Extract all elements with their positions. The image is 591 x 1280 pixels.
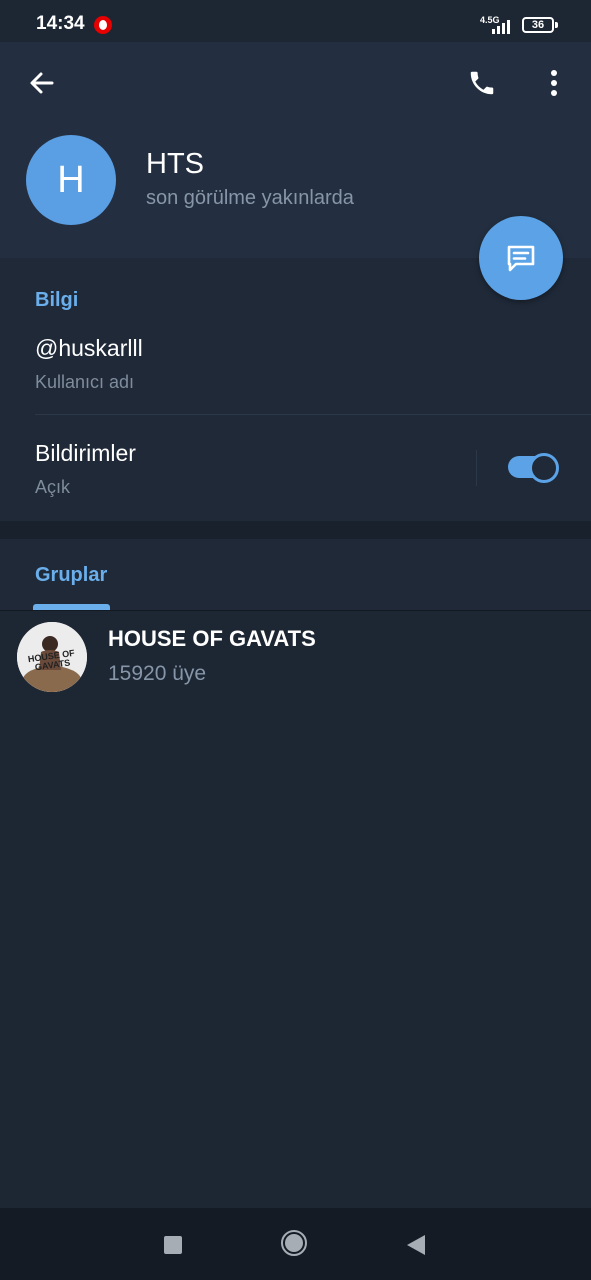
call-button[interactable] xyxy=(458,59,506,107)
group-member-count: 15920 üye xyxy=(108,662,207,685)
group-avatar: HOUSE OF GAVATS xyxy=(17,622,87,692)
group-list-item[interactable]: HOUSE OF GAVATS HOUSE OF GAVATS 15920 üy… xyxy=(0,611,591,703)
back-triangle-icon[interactable] xyxy=(407,1235,425,1255)
group-name: HOUSE OF GAVATS xyxy=(108,626,316,651)
home-circle-icon[interactable] xyxy=(281,1230,307,1256)
recents-square-icon[interactable] xyxy=(164,1236,182,1254)
notifications-state: Açık xyxy=(35,477,71,497)
send-message-button[interactable] xyxy=(479,216,563,300)
status-time: 14:34 xyxy=(36,13,85,34)
profile-avatar[interactable]: H xyxy=(26,135,116,225)
notifications-row[interactable]: Bildirimler Açık xyxy=(0,415,476,521)
info-section-title: Bilgi xyxy=(35,289,79,311)
battery-icon: 36 xyxy=(522,17,554,33)
phone-icon xyxy=(470,71,494,95)
more-vertical-icon xyxy=(551,70,557,96)
battery-tip xyxy=(555,22,558,28)
more-options-button[interactable] xyxy=(530,59,578,107)
profile-name: HTS xyxy=(146,148,204,180)
back-button[interactable] xyxy=(18,59,66,107)
home-circle-inner xyxy=(285,1234,303,1252)
notifications-title: Bildirimler xyxy=(35,440,136,466)
message-icon xyxy=(507,245,535,272)
username-label: Kullanıcı adı xyxy=(35,372,135,392)
signal-strength-icon xyxy=(492,20,510,34)
tab-groups[interactable]: Gruplar xyxy=(35,564,107,587)
avatar-initial: H xyxy=(57,158,85,201)
section-gap xyxy=(0,521,591,539)
username-value: @huskarlll xyxy=(35,335,143,361)
toggle-separator xyxy=(476,450,477,486)
vodafone-icon xyxy=(94,16,112,34)
username-row[interactable]: @huskarlll Kullanıcı adı xyxy=(0,322,591,414)
last-seen-status: son görülme yakınlarda xyxy=(146,187,354,209)
toggle-knob[interactable] xyxy=(529,453,559,483)
back-arrow-icon xyxy=(30,72,54,94)
